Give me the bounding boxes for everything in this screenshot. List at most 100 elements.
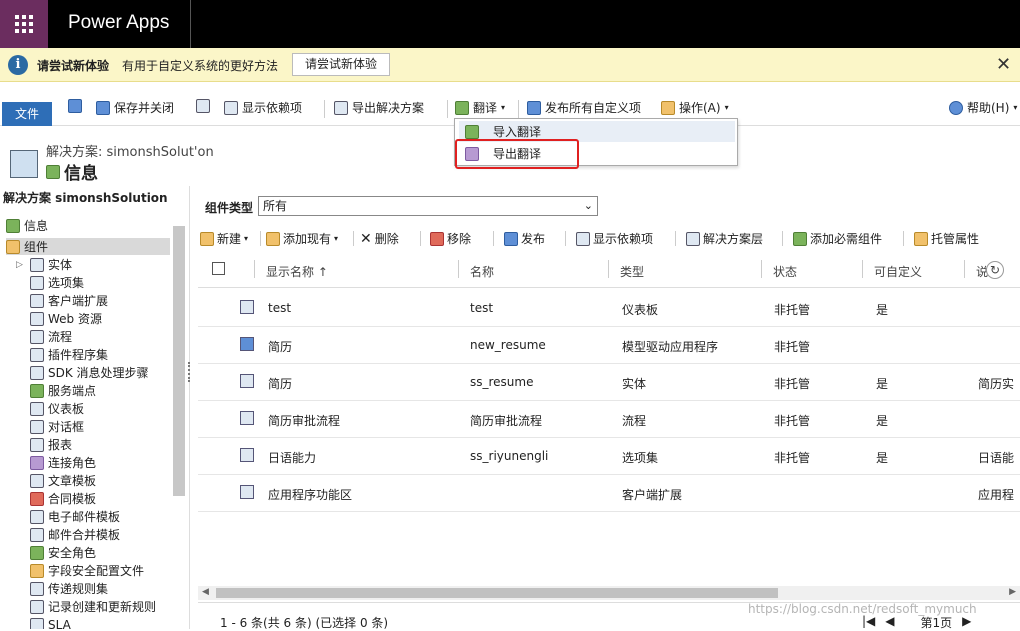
sidebar-item-secrole[interactable]: 安全角色 xyxy=(30,544,96,561)
sidebar-item-contract[interactable]: 合同模板 xyxy=(30,490,96,507)
sidebar-item-optionset[interactable]: 选项集 xyxy=(30,274,84,291)
table-row[interactable]: 简历 new_resume 模型驱动应用程序 非托管 xyxy=(198,327,1020,364)
save-button[interactable] xyxy=(68,99,82,113)
component-type-select[interactable]: 所有 ⌄ xyxy=(258,196,598,216)
translate-button[interactable]: 翻译 ▾ xyxy=(455,99,505,116)
top-bar: Power Apps xyxy=(0,0,1020,48)
sidebar-item-process[interactable]: 流程 xyxy=(30,328,72,345)
chevron-down-icon: ▾ xyxy=(501,103,506,112)
table-row[interactable]: 日语能力 ss_riyunengli 选项集 非托管 是 日语能 xyxy=(198,438,1020,475)
sidebar-item-endpoint[interactable]: 服务端点 xyxy=(30,382,96,399)
sidebar-item-article[interactable]: 文章模板 xyxy=(30,472,96,489)
export-solution-button[interactable]: 导出解决方案 xyxy=(334,99,424,116)
table-row[interactable]: 简历审批流程 简历审批流程 流程 非托管 是 xyxy=(198,401,1020,438)
column-type[interactable]: 类型 xyxy=(620,263,644,280)
table-row[interactable]: 简历 ss_resume 实体 非托管 是 简历实 xyxy=(198,364,1020,401)
splitter-handle[interactable] xyxy=(188,362,191,382)
scrollbar-thumb[interactable] xyxy=(216,588,778,598)
sidebar-item-entity[interactable]: 实体 xyxy=(30,256,72,273)
show-deps-button[interactable]: 显示依赖项 xyxy=(224,99,302,116)
first-page-icon[interactable]: |◀ xyxy=(862,614,875,631)
save-close-button[interactable]: 保存并关闭 xyxy=(96,99,174,116)
managed-props-button[interactable]: 托管属性 xyxy=(914,230,979,247)
sidebar-item-email[interactable]: 电子邮件模板 xyxy=(30,508,120,525)
sidebar-item-label: 服务端点 xyxy=(48,384,97,398)
sidebar-item-dashboard[interactable]: 仪表板 xyxy=(30,400,84,417)
sidebar-item-label: 合同模板 xyxy=(48,492,97,506)
components-icon xyxy=(6,239,20,254)
app-launcher-button[interactable] xyxy=(0,0,48,48)
column-display-name[interactable]: 显示名称 ↑ xyxy=(266,263,328,280)
routing-icon xyxy=(30,581,44,596)
toolbar-separator xyxy=(903,231,904,246)
save-close-icon xyxy=(96,100,110,115)
refresh-icon[interactable]: ↻ xyxy=(986,261,1004,279)
publish-all-label: 发布所有自定义项 xyxy=(545,101,642,115)
file-button[interactable]: 文件 xyxy=(2,102,52,126)
publish-all-button[interactable]: 发布所有自定义项 xyxy=(527,99,641,116)
add-existing-label: 添加现有 xyxy=(283,232,332,246)
sidebar-item-label: 对话框 xyxy=(48,420,85,434)
solution-layers-button[interactable]: 解决方案层 xyxy=(686,230,763,247)
add-existing-button[interactable]: 添加现有 ▾ xyxy=(266,230,338,247)
toolbar-separator xyxy=(782,231,783,246)
sidebar-item-info[interactable]: 信息 xyxy=(6,217,48,234)
scroll-right-icon[interactable]: ▶ xyxy=(1009,587,1016,597)
column-separator xyxy=(254,260,255,278)
sidebar-item-fieldsec[interactable]: 字段安全配置文件 xyxy=(30,562,144,579)
sidebar-item-sdk[interactable]: SDK 消息处理步骤 xyxy=(30,364,149,381)
publish-button[interactable]: 发布 xyxy=(504,230,545,247)
close-icon[interactable]: ✕ xyxy=(996,54,1011,75)
sidebar-scrollbar[interactable] xyxy=(173,226,185,496)
column-state[interactable]: 状态 xyxy=(773,263,797,280)
prev-page-icon[interactable]: ◀ xyxy=(885,614,894,631)
help-button[interactable]: 帮助(H) ▾ xyxy=(949,99,1017,116)
client-ext-icon xyxy=(30,293,44,308)
table-row[interactable]: test test 仪表板 非托管 是 xyxy=(198,290,1020,327)
dependency-icon xyxy=(576,231,590,246)
sidebar-item-webres[interactable]: Web 资源 xyxy=(30,310,102,327)
page-title-wrap: 信息 xyxy=(46,159,98,184)
ribbon-separator xyxy=(447,100,448,118)
show-deps-grid-button[interactable]: 显示依赖项 xyxy=(576,230,653,247)
toolbar-separator xyxy=(493,231,494,246)
add-required-button[interactable]: 添加必需组件 xyxy=(793,230,882,247)
remove-button[interactable]: 移除 xyxy=(430,230,471,247)
sidebar-item-mailmerge[interactable]: 邮件合并模板 xyxy=(30,526,120,543)
next-page-icon[interactable]: ▶ xyxy=(962,614,971,631)
app-title[interactable]: Power Apps xyxy=(68,12,169,34)
actions-button[interactable]: 操作(A) ▾ xyxy=(661,99,729,116)
sidebar-item-dialog[interactable]: 对话框 xyxy=(30,418,84,435)
grid-toolbar: 新建 ▾ 添加现有 ▾ ✕ 删除 移除 发布 显示依赖项 解决方案层 添加必需组件 托… xyxy=(198,226,1020,250)
ribbon-separator xyxy=(518,100,519,118)
cell-name: new_resume xyxy=(470,338,546,352)
pager: |◀ ◀ 第1页 ▶ xyxy=(862,614,971,631)
new-button[interactable]: 新建 ▾ xyxy=(200,230,248,247)
sidebar-item-components[interactable]: 组件 xyxy=(6,238,170,255)
sidebar-item-rules[interactable]: 记录创建和更新规则 xyxy=(30,598,156,615)
managed-props-icon xyxy=(914,231,928,246)
chevron-down-icon: ▾ xyxy=(724,103,729,112)
print-button[interactable] xyxy=(196,99,210,113)
table-row[interactable]: 应用程序功能区 客户端扩展 应用程 xyxy=(198,475,1020,512)
column-name[interactable]: 名称 xyxy=(470,263,494,280)
sidebar-item-report[interactable]: 报表 xyxy=(30,436,72,453)
sidebar-item-client-ext[interactable]: 客户端扩展 xyxy=(30,292,108,309)
select-all-checkbox[interactable] xyxy=(212,262,225,275)
expand-icon[interactable]: ▷ xyxy=(16,260,28,270)
try-new-experience-button[interactable]: 请尝试新体验 xyxy=(292,53,391,76)
delete-button[interactable]: ✕ 删除 xyxy=(360,230,399,247)
scroll-left-icon[interactable]: ◀ xyxy=(202,587,209,597)
sidebar-item-routing[interactable]: 传递规则集 xyxy=(30,580,108,597)
column-customizable[interactable]: 可自定义 xyxy=(874,263,922,280)
sidebar-item-sla[interactable]: SLA xyxy=(30,616,71,629)
sidebar-item-plugin[interactable]: 插件程序集 xyxy=(30,346,108,363)
save-close-label: 保存并关闭 xyxy=(114,101,175,115)
solution-layers-label: 解决方案层 xyxy=(703,232,764,246)
sidebar-item-connrole[interactable]: 连接角色 xyxy=(30,454,96,471)
toolbar-separator xyxy=(353,231,354,246)
process-icon xyxy=(240,411,254,425)
print-icon xyxy=(196,99,210,113)
horizontal-scrollbar[interactable]: ◀ ▶ xyxy=(198,586,1020,600)
sidebar-item-label: 插件程序集 xyxy=(48,348,109,362)
